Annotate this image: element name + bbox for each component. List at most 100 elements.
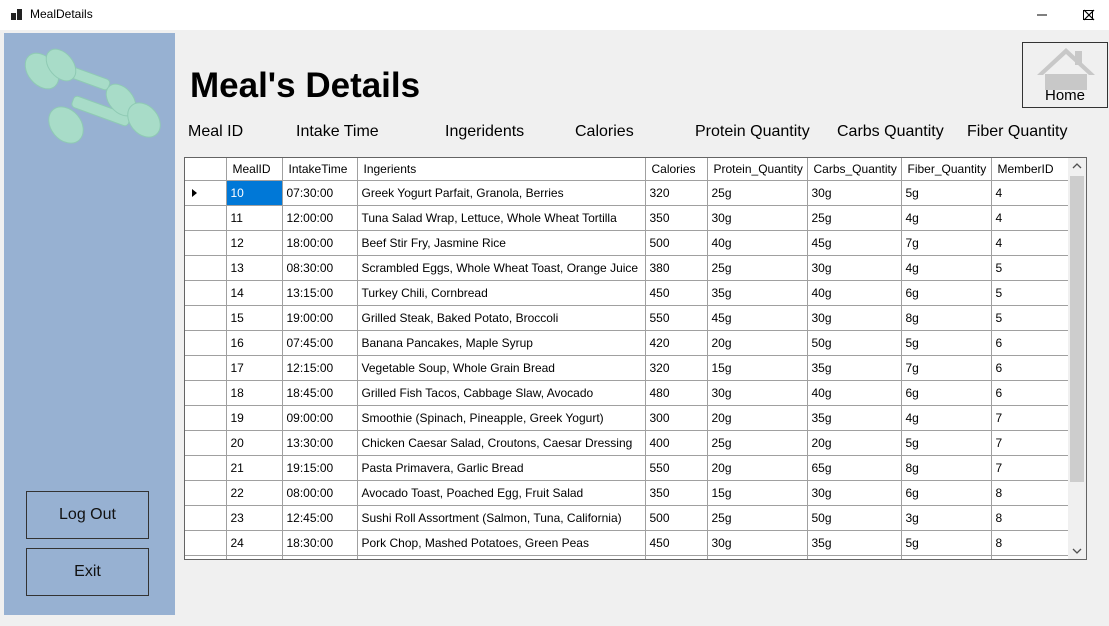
table-cell[interactable]: 30g — [807, 305, 902, 331]
table-cell[interactable]: 15 — [226, 305, 283, 331]
logout-button[interactable]: Log Out — [26, 491, 149, 539]
table-cell[interactable]: 30g — [807, 180, 902, 206]
table-cell[interactable]: 5g — [901, 430, 992, 456]
scroll-up-arrow[interactable] — [1068, 158, 1086, 175]
table-cell[interactable]: 19:00:00 — [282, 305, 358, 331]
scroll-thumb[interactable] — [1070, 176, 1084, 482]
table-cell[interactable]: 350 — [645, 205, 708, 231]
table-row[interactable]: 10 07:30:00 Greek Yogurt Parfait, Granola,… — [185, 180, 1069, 206]
table-row[interactable]: 19 09:00:00 Smoothie (Spinach, Pineapple, … — [185, 405, 1069, 431]
table-cell[interactable] — [645, 555, 708, 559]
table-cell[interactable]: 25g — [707, 180, 808, 206]
table-cell[interactable]: 25g — [707, 505, 808, 531]
meals-grid[interactable]: MealID IntakeTime Ingerients Calories Protei… — [184, 157, 1087, 560]
row-header[interactable] — [185, 205, 227, 231]
table-cell[interactable]: 50g — [807, 505, 902, 531]
table-cell[interactable]: 25g — [807, 205, 902, 231]
minimize-button[interactable] — [1019, 0, 1065, 30]
table-cell[interactable]: 3g — [901, 505, 992, 531]
table-cell[interactable]: 7 — [991, 405, 1069, 431]
table-row[interactable]: 20 13:30:00 Chicken Caesar Salad, Croutons… — [185, 430, 1069, 456]
table-cell[interactable]: 09:00:00 — [282, 405, 358, 431]
table-cell[interactable]: 6g — [901, 280, 992, 306]
table-cell[interactable]: 5 — [991, 255, 1069, 281]
table-cell[interactable]: 12:15:00 — [282, 355, 358, 381]
table-row[interactable]: 21 19:15:00 Pasta Primavera, Garlic Bread 5… — [185, 455, 1069, 481]
table-cell[interactable]: 20 — [226, 430, 283, 456]
row-header[interactable] — [185, 330, 227, 356]
table-cell[interactable]: Smoothie (Spinach, Pineapple, Greek Yogu… — [357, 405, 646, 431]
table-cell[interactable] — [901, 555, 992, 559]
column-header[interactable]: Fiber_Quantity — [901, 158, 992, 181]
table-cell[interactable]: 15g — [707, 480, 808, 506]
table-cell[interactable]: 4 — [991, 205, 1069, 231]
table-cell[interactable]: 8 — [991, 480, 1069, 506]
table-cell[interactable]: 21 — [226, 455, 283, 481]
table-cell[interactable]: Tuna Salad Wrap, Lettuce, Whole Wheat To… — [357, 205, 646, 231]
table-cell[interactable]: 4g — [901, 205, 992, 231]
table-cell[interactable]: 40g — [707, 230, 808, 256]
table-cell[interactable]: 7g — [901, 230, 992, 256]
table-row[interactable]: 24 18:30:00 Pork Chop, Mashed Potatoes, Gr… — [185, 530, 1069, 556]
table-cell[interactable]: Turkey Chili, Cornbread — [357, 280, 646, 306]
table-cell[interactable]: 400 — [645, 430, 708, 456]
column-header[interactable]: Carbs_Quantity — [807, 158, 902, 181]
table-cell[interactable] — [991, 555, 1069, 559]
table-cell[interactable]: 6 — [991, 330, 1069, 356]
table-cell[interactable]: 6 — [991, 380, 1069, 406]
table-cell[interactable]: 7 — [991, 430, 1069, 456]
table-cell[interactable]: 35g — [807, 530, 902, 556]
table-row[interactable] — [185, 555, 1069, 559]
table-row[interactable]: 12 18:00:00 Beef Stir Fry, Jasmine Rice 500… — [185, 230, 1069, 256]
table-cell[interactable]: 10 — [226, 180, 283, 206]
home-button[interactable]: Home — [1022, 42, 1108, 108]
table-cell[interactable]: 4g — [901, 255, 992, 281]
table-cell[interactable]: 24 — [226, 530, 283, 556]
table-cell[interactable]: 320 — [645, 180, 708, 206]
table-cell[interactable]: 13:30:00 — [282, 430, 358, 456]
table-cell[interactable]: 20g — [707, 405, 808, 431]
row-header[interactable] — [185, 355, 227, 381]
scroll-down-arrow[interactable] — [1068, 542, 1086, 559]
exit-button[interactable]: Exit — [26, 548, 149, 596]
table-cell[interactable]: 5g — [901, 530, 992, 556]
table-cell[interactable]: 420 — [645, 330, 708, 356]
row-header[interactable] — [185, 430, 227, 456]
column-header[interactable]: MemberID — [991, 158, 1069, 181]
table-cell[interactable]: 15g — [707, 355, 808, 381]
table-cell[interactable]: 4 — [991, 180, 1069, 206]
table-cell[interactable]: 350 — [645, 480, 708, 506]
table-cell[interactable]: 40g — [807, 380, 902, 406]
table-row[interactable]: 15 19:00:00 Grilled Steak, Baked Potato, B… — [185, 305, 1069, 331]
table-cell[interactable]: 08:30:00 — [282, 255, 358, 281]
table-row[interactable]: 22 08:00:00 Avocado Toast, Poached Egg, Fr… — [185, 480, 1069, 506]
table-cell[interactable]: 5g — [901, 180, 992, 206]
row-header[interactable] — [185, 255, 227, 281]
table-cell[interactable]: 19:15:00 — [282, 455, 358, 481]
table-cell[interactable]: 08:00:00 — [282, 480, 358, 506]
table-cell[interactable]: 8g — [901, 305, 992, 331]
table-cell[interactable]: 300 — [645, 405, 708, 431]
table-cell[interactable]: Chicken Caesar Salad, Croutons, Caesar D… — [357, 430, 646, 456]
column-header[interactable]: Protein_Quantity — [707, 158, 808, 181]
table-cell[interactable]: 18:00:00 — [282, 230, 358, 256]
table-cell[interactable]: 13 — [226, 255, 283, 281]
table-cell[interactable]: 7g — [901, 355, 992, 381]
table-cell[interactable]: 5 — [991, 280, 1069, 306]
table-cell[interactable]: 17 — [226, 355, 283, 381]
row-header[interactable] — [185, 380, 227, 406]
table-cell[interactable]: Scrambled Eggs, Whole Wheat Toast, Orang… — [357, 255, 646, 281]
table-cell[interactable] — [807, 555, 902, 559]
table-cell[interactable] — [226, 555, 283, 559]
table-row[interactable]: 13 08:30:00 Scrambled Eggs, Whole Wheat To… — [185, 255, 1069, 281]
table-cell[interactable] — [707, 555, 808, 559]
table-cell[interactable]: 18 — [226, 380, 283, 406]
table-cell[interactable]: 35g — [807, 405, 902, 431]
table-cell[interactable]: 30g — [807, 480, 902, 506]
column-header[interactable]: Ingerients — [357, 158, 646, 181]
table-cell[interactable]: 4 — [991, 230, 1069, 256]
table-row[interactable]: 17 12:15:00 Vegetable Soup, Whole Grain Br… — [185, 355, 1069, 381]
table-cell[interactable]: 16 — [226, 330, 283, 356]
table-cell[interactable]: 450 — [645, 530, 708, 556]
table-cell[interactable]: 12:45:00 — [282, 505, 358, 531]
